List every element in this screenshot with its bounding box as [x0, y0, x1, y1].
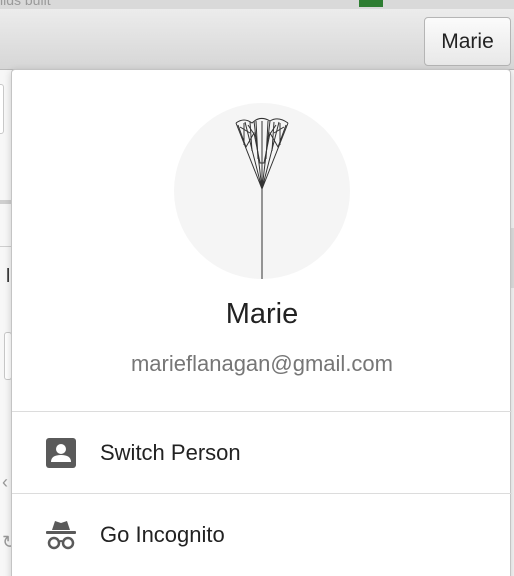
profile-name: Marie [225, 298, 299, 330]
background-field [0, 84, 4, 134]
person-card-icon [44, 436, 78, 470]
top-strip-text: ilds built [0, 0, 51, 8]
green-indicator [359, 0, 383, 7]
divider [12, 411, 512, 412]
incognito-icon [44, 518, 78, 552]
browser-top-strip: ilds built [0, 0, 514, 9]
profile-email: marieflanagan@gmail.com [130, 351, 393, 376]
profile-popup: Marie marieflanagan@gmail.com Switch Per… [11, 69, 512, 576]
avatar[interactable] [174, 103, 350, 279]
switch-person-label: Switch Person [100, 440, 241, 465]
switch-person-item[interactable]: Switch Person [12, 413, 512, 493]
profile-menu-button[interactable]: Marie [424, 17, 511, 66]
divider [12, 493, 512, 494]
background-chevron-icon: ‹ [2, 472, 8, 492]
dandelion-tree-avatar-icon [235, 117, 289, 279]
go-incognito-item[interactable]: Go Incognito [12, 495, 512, 575]
background-text: l [6, 266, 11, 287]
go-incognito-label: Go Incognito [100, 522, 225, 547]
